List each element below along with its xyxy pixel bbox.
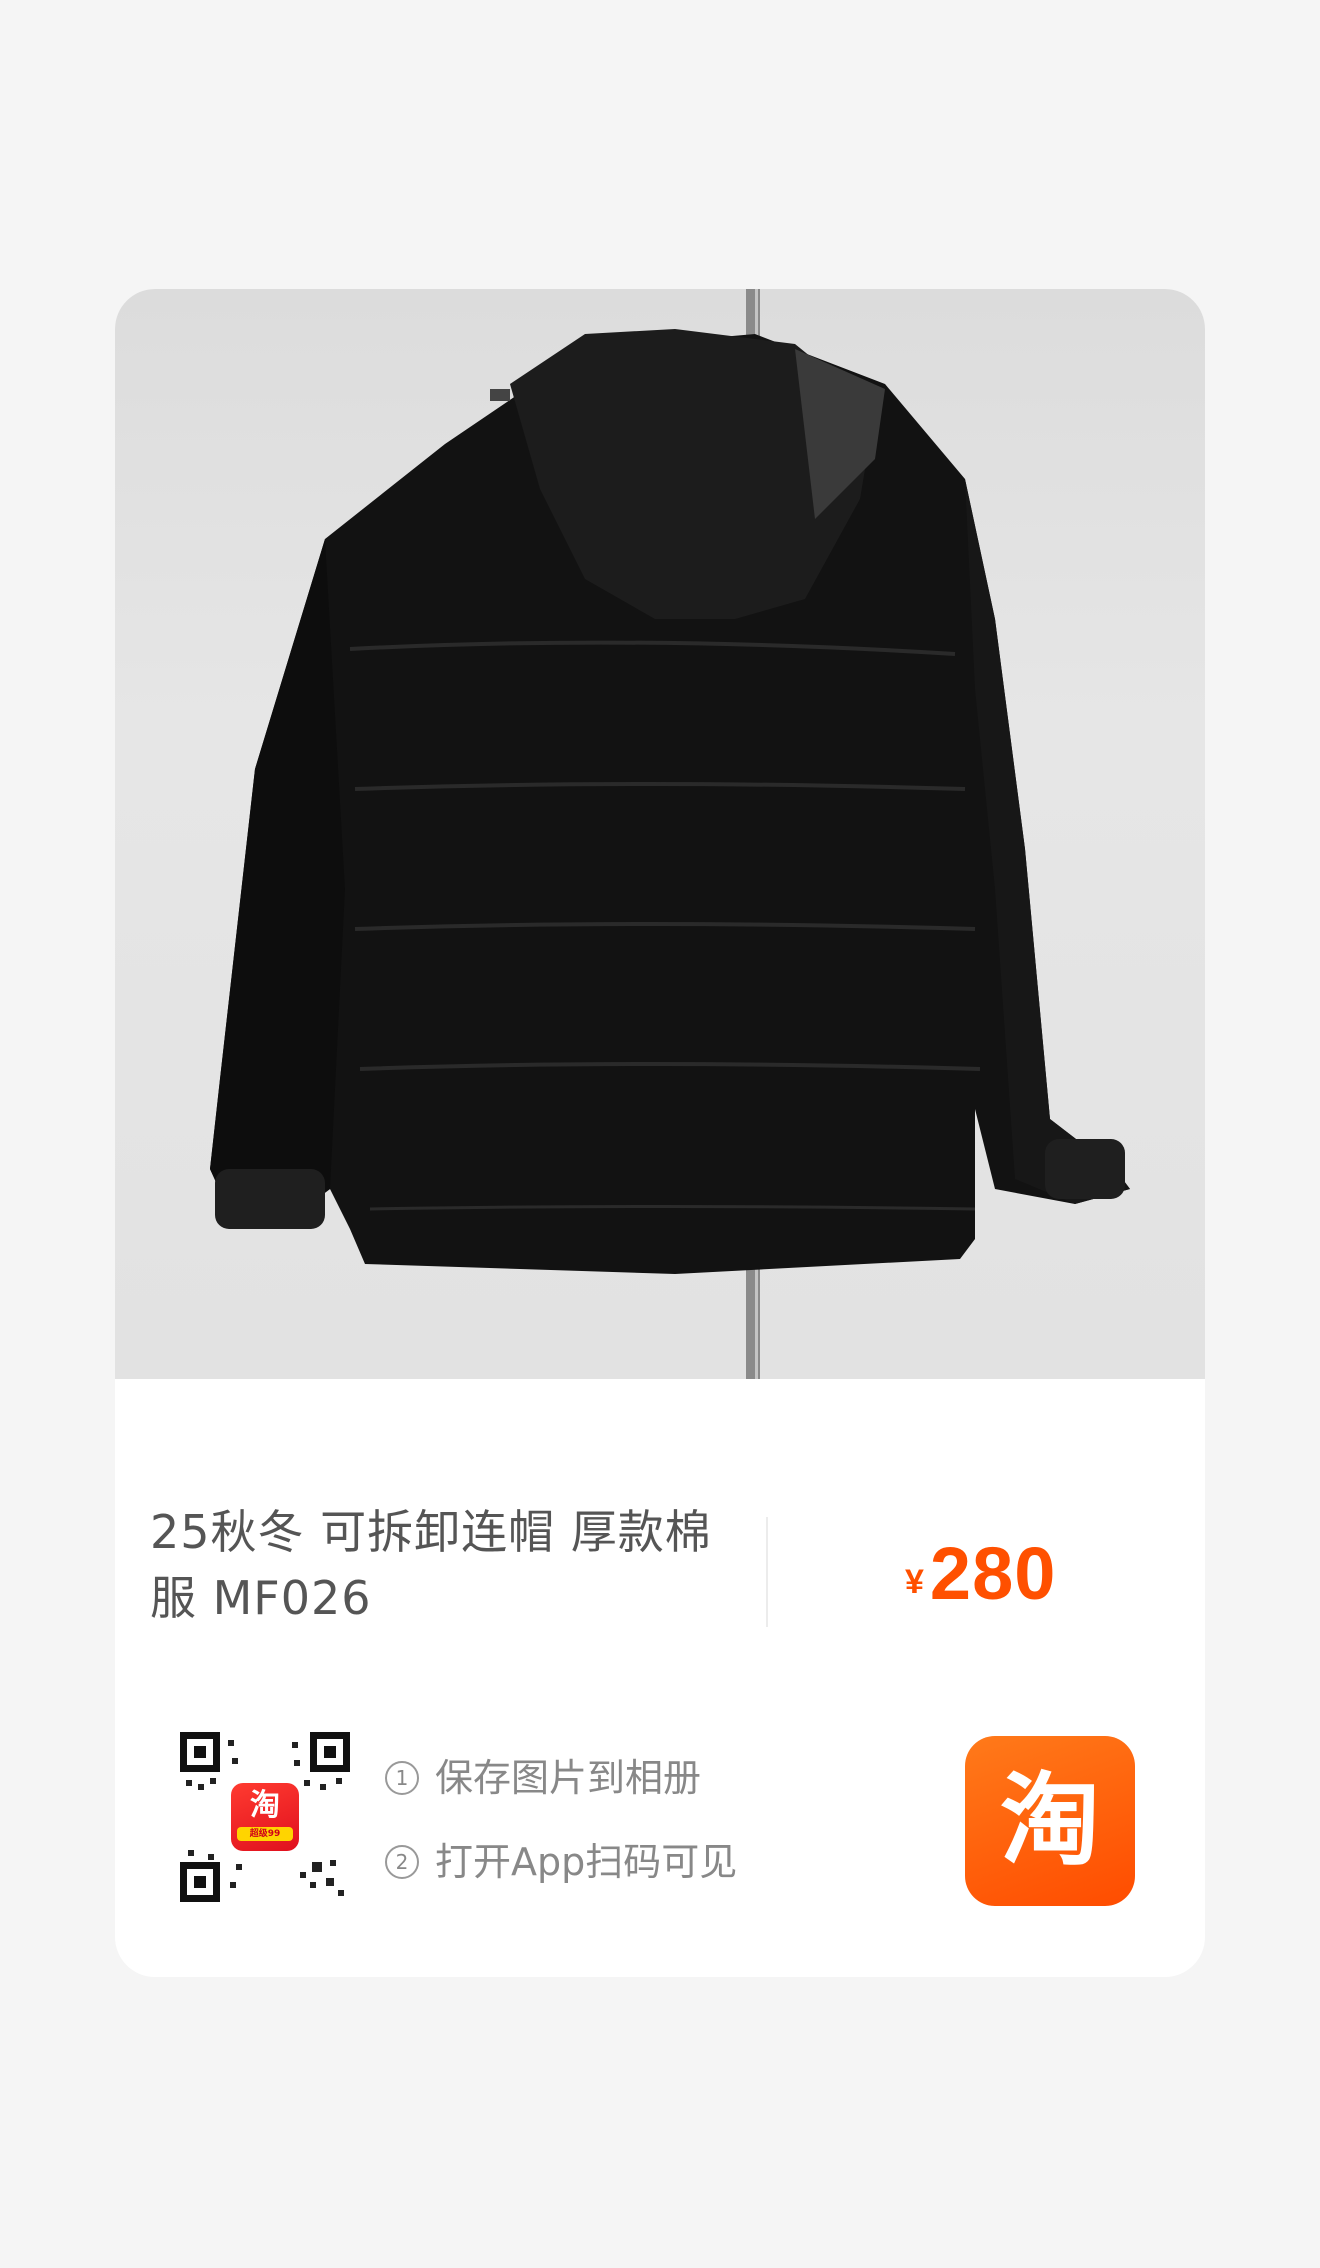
- step-number-1: 1: [385, 1761, 419, 1795]
- step-number-2: 2: [385, 1845, 419, 1879]
- price-amount: 280: [929, 1532, 1057, 1615]
- step-open-app: 2 打开App扫码可见: [385, 1835, 737, 1919]
- taobao-logo: 淘: [965, 1736, 1135, 1906]
- divider: [766, 1517, 768, 1627]
- step-save-image: 1 保存图片到相册: [385, 1751, 737, 1835]
- qr-code[interactable]: 淘 超级99: [180, 1732, 350, 1902]
- step-text-1: 保存图片到相册: [435, 1756, 702, 1800]
- price-currency: ¥: [905, 1563, 924, 1601]
- product-price: ¥280: [905, 1531, 1056, 1616]
- step-text-2: 打开App扫码可见: [435, 1840, 738, 1884]
- share-card: 25秋冬 可拆卸连帽 厚款棉服 MF026 ¥280 淘 超级99 1 保存图片…: [115, 289, 1205, 1977]
- scan-instructions: 1 保存图片到相册 2 打开App扫码可见: [385, 1751, 737, 1919]
- product-image: [115, 289, 1205, 1379]
- badge-subtext: 超级99: [237, 1827, 293, 1841]
- taobao-app-badge: 淘 超级99: [231, 1783, 299, 1851]
- product-title: 25秋冬 可拆卸连帽 厚款棉服 MF026: [150, 1505, 712, 1625]
- badge-glyph: 淘: [250, 1788, 280, 1823]
